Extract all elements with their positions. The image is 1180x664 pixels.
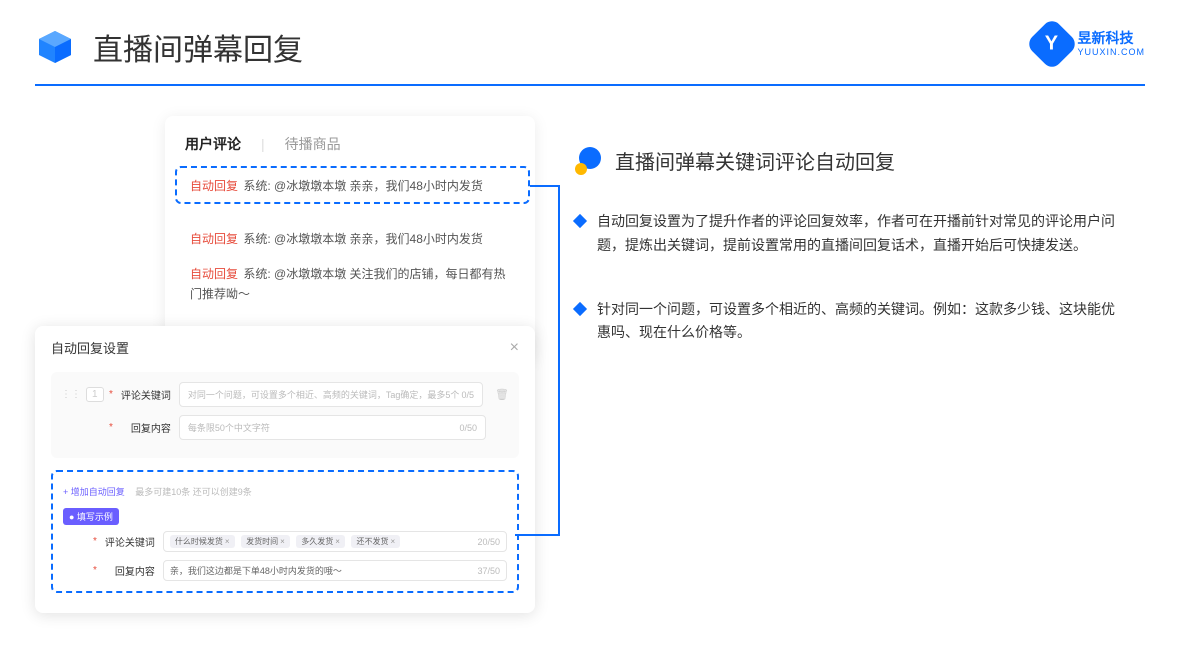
delete-icon[interactable]: 🗑 [495,388,509,401]
brand-icon: Y [1026,17,1080,71]
ex-keyword-input[interactable]: 什么时候发货× 发货时间× 多久发货× 还不发货× 20/50 [163,531,507,552]
comment-row: 自动回复 系统: @冰墩墩本墩 亲亲，我们48小时内发货 [185,222,515,257]
comment-row: 自动回复 系统: @冰墩墩本墩 关注我们的店铺，每日都有热门推荐呦～ [185,257,515,311]
content-input[interactable]: 每条限50个中文字符 0/50 [179,415,486,440]
settings-title: 自动回复设置 [51,338,129,357]
required-star: * [109,422,113,433]
bullet-item: 针对同一个问题，可设置多个相近的、高频的关键词。例如：这款多少钱、这块能优惠吗、… [575,298,1145,346]
comment-text: 系统: @冰墩墩本墩 亲亲，我们48小时内发货 [243,232,483,246]
keyword-tag[interactable]: 什么时候发货× [170,535,235,548]
settings-card: 自动回复设置 × ⋮⋮ 1 * 评论关键词 对同一个问题，可设置多个相近、高频的… [35,326,535,613]
section-title: 直播间弹幕关键词评论自动回复 [615,146,895,175]
bubble-icon [575,147,603,175]
highlight-box-comment [175,166,530,204]
brand-name: 昱新科技 [1077,31,1145,46]
ex-keyword-label: 评论关键词 [105,534,155,549]
content-label: 回复内容 [121,420,171,435]
bullet-item: 自动回复设置为了提升作者的评论回复效率，作者可在开播前针对常见的评论用户问题，提… [575,210,1145,258]
auto-reply-label: 自动回复 [190,267,238,281]
add-hint: 最多可建10条 还可以创建9条 [135,487,252,497]
connector-line [558,185,560,535]
page-title: 直播间弹幕回复 [93,25,303,69]
drag-handle-icon[interactable]: ⋮⋮ 1 [61,387,101,402]
tab-separator: | [261,136,265,152]
highlight-box-example: + 增加自动回复 最多可建10条 还可以创建9条 ● 填写示例 * 评论关键词 … [51,470,519,593]
ex-content-label: 回复内容 [105,563,155,578]
keyword-input[interactable]: 对同一个问题，可设置多个相近、高频的关键词，Tag确定，最多5个 0/5 [179,382,483,407]
keyword-label: 评论关键词 [121,387,171,402]
comments-card: 用户评论 | 待播商品 自动回复 系统: @冰墩墩本墩 亲亲，我们48小时内发货… [165,116,535,362]
keyword-tag[interactable]: 还不发货× [351,535,400,548]
brand-sub: YUUXIN.COM [1077,47,1145,57]
close-icon[interactable]: × [510,339,519,357]
ex-content-input[interactable]: 亲，我们这边都是下单48小时内发货的哦～ 37/50 [163,560,507,581]
keyword-tag[interactable]: 多久发货× [296,535,345,548]
auto-reply-label: 自动回复 [190,232,238,246]
required-star: * [109,389,113,400]
tab-user-comments[interactable]: 用户评论 [185,134,241,154]
diamond-icon [573,302,587,316]
tab-pending-goods[interactable]: 待播商品 [285,134,341,154]
example-badge: ● 填写示例 [63,508,119,525]
bullet-text: 针对同一个问题，可设置多个相近的、高频的关键词。例如：这款多少钱、这块能优惠吗、… [597,298,1125,346]
bullet-text: 自动回复设置为了提升作者的评论回复效率，作者可在开播前针对常见的评论用户问题，提… [597,210,1125,258]
keyword-tag[interactable]: 发货时间× [241,535,290,548]
brand-logo: Y 昱新科技 YUUXIN.COM [1033,25,1145,63]
cube-icon [35,27,75,67]
diamond-icon [573,214,587,228]
add-auto-reply-link[interactable]: + 增加自动回复 [63,487,125,497]
